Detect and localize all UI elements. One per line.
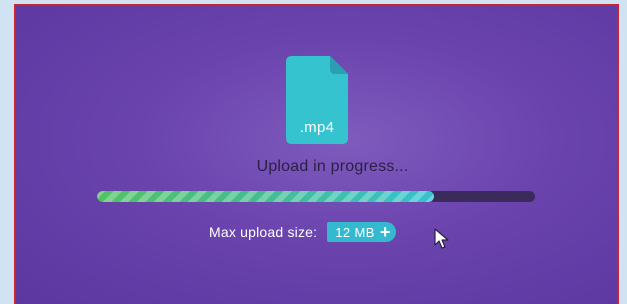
- max-upload-size-label: Max upload size:: [209, 224, 318, 240]
- file-icon: .mp4: [286, 56, 348, 144]
- upload-progress-bar: [97, 191, 535, 202]
- upload-progress-fill: [97, 191, 435, 202]
- max-upload-size-control[interactable]: 12 MB +: [327, 222, 397, 242]
- upload-panel: .mp4 Upload in progress... Max upload si…: [14, 4, 619, 304]
- max-upload-size-value: 12 MB: [335, 224, 375, 240]
- upload-status-text: Upload in progress...: [256, 158, 409, 175]
- max-upload-size-row: Max upload size: 12 MB +: [209, 221, 397, 243]
- file-type-label: .mp4: [299, 119, 335, 136]
- plus-icon[interactable]: +: [380, 223, 391, 241]
- cursor-icon: [433, 228, 453, 250]
